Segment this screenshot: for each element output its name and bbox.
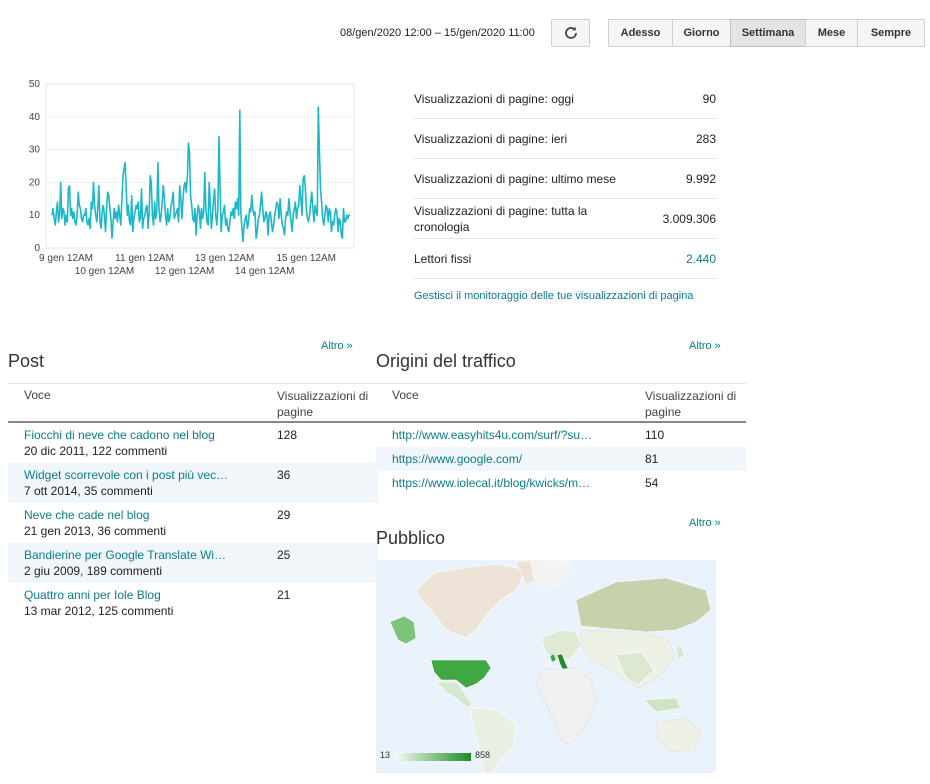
traffic-views: 110 [645, 428, 665, 442]
table-row: https://www.google.com/ 81 [376, 447, 746, 471]
stat-label: Visualizzazioni di pagine: tutta la cron… [414, 203, 588, 234]
col-item-header: Voce [24, 388, 51, 402]
post-title-link[interactable]: Fiocchi di neve che cadono nel blog [24, 427, 254, 443]
range-week-button[interactable]: Settimana [730, 19, 806, 47]
stat-last-month: Visualizzazioni di pagine: ultimo mese 9… [414, 159, 716, 199]
x-tick-label: 13 gen 12AM [195, 253, 255, 264]
post-title-link[interactable]: Quattro anni per Iole Blog [24, 587, 254, 603]
range-day-button[interactable]: Giorno [672, 19, 731, 47]
refresh-icon [564, 26, 577, 39]
col-views-header: Visualizzazioni di pagine [277, 389, 369, 419]
stat-label: Visualizzazioni di pagine: oggi [414, 91, 574, 106]
stat-label: Visualizzazioni di pagine: ultimo mese [414, 171, 616, 186]
manage-tracking-link[interactable]: Gestisci il monitoraggio delle tue visua… [414, 289, 704, 304]
traffic-views: 54 [645, 476, 659, 490]
post-views: 21 [277, 588, 291, 602]
col-item-header: Voce [392, 388, 419, 402]
audience-world-map[interactable]: 13 858 [376, 560, 716, 773]
post-title-link[interactable]: Bandierine per Google Translate Wi… [24, 547, 254, 563]
stat-label: Lettori fissi [414, 251, 472, 266]
post-meta: 7 ott 2014, 35 commenti [24, 484, 153, 498]
pageviews-series-line [51, 106, 350, 243]
table-row: Bandierine per Google Translate Wi… 2 gi… [8, 543, 378, 583]
post-meta: 2 giu 2009, 189 commenti [24, 564, 163, 578]
pageviews-line-chart: 010203040509 gen 12AM 11 gen 12AM 13 gen 1… [29, 79, 355, 277]
x-tick-label: 9 gen 12AM [39, 253, 93, 264]
traffic-source-link[interactable]: https://www.google.com/ [392, 452, 624, 466]
traffic-source-link[interactable]: http://www.easyhits4u.com/surf/?su… [392, 428, 624, 442]
x-tick-label: 14 gen 12AM [235, 266, 295, 277]
range-always-button[interactable]: Sempre [857, 19, 925, 47]
legend-min: 13 [380, 750, 391, 760]
stat-value: 283 [695, 131, 716, 146]
posts-title: Post [8, 351, 45, 371]
x-tick-label: 11 gen 12AM [115, 253, 174, 264]
table-row: http://www.easyhits4u.com/surf/?su… 110 [376, 423, 746, 447]
post-views: 29 [277, 508, 291, 522]
col-views-header: Visualizzazioni di pagine [645, 389, 737, 419]
stat-value: 9.992 [685, 171, 716, 186]
traffic-table-header: Voce Visualizzazioni di pagine [376, 383, 746, 423]
y-tick-label: 40 [29, 112, 41, 123]
date-range-label: 08/gen/2020 12:00 – 15/gen/2020 11:00 [340, 27, 535, 39]
world-map-graphic [389, 560, 712, 773]
range-now-button[interactable]: Adesso [608, 19, 673, 47]
x-tick-label: 12 gen 12AM [155, 266, 215, 277]
traffic-table: Voce Visualizzazioni di pagine http://ww… [376, 383, 746, 495]
stat-value: 3.009.306 [662, 211, 716, 226]
posts-more-link[interactable]: Altro » [321, 340, 353, 352]
refresh-button[interactable] [551, 19, 590, 47]
table-row: Quattro anni per Iole Blog 13 mar 2012, … [8, 583, 378, 623]
y-tick-label: 30 [29, 145, 41, 156]
stat-followers: Lettori fissi 2.440 [414, 239, 716, 279]
audience-more-link[interactable]: Altro » [689, 517, 721, 529]
post-views: 36 [277, 468, 291, 482]
traffic-more-link[interactable]: Altro » [689, 340, 721, 352]
range-month-button[interactable]: Mese [805, 19, 858, 47]
stat-yesterday: Visualizzazioni di pagine: ieri 283 [414, 119, 716, 159]
post-views: 128 [277, 428, 298, 442]
x-tick-label: 10 gen 12AM [75, 266, 135, 277]
audience-title: Pubblico [376, 528, 446, 548]
y-tick-label: 20 [29, 177, 41, 188]
y-tick-label: 10 [29, 210, 41, 221]
posts-table-header: Voce Visualizzazioni di pagine [8, 383, 378, 423]
map-legend-gradient [396, 753, 471, 761]
y-tick-label: 50 [29, 79, 41, 90]
traffic-title: Origini del traffico [376, 351, 516, 371]
post-meta: 13 mar 2012, 125 commenti [24, 604, 174, 618]
stat-all-time: Visualizzazioni di pagine: tutta la cron… [414, 199, 716, 239]
stat-label: Visualizzazioni di pagine: ieri [414, 131, 568, 146]
stat-value: 90 [702, 91, 716, 106]
table-row: Fiocchi di neve che cadono nel blog 20 d… [8, 423, 378, 463]
post-title-link[interactable]: Widget scorrevole con i post più vec… [24, 467, 254, 483]
posts-table: Voce Visualizzazioni di pagine Fiocchi d… [8, 383, 378, 623]
post-meta: 21 gen 2013, 36 commenti [24, 524, 167, 538]
legend-max: 858 [475, 750, 491, 760]
post-title-link[interactable]: Neve che cade nel blog [24, 507, 254, 523]
time-range-selector: Adesso Giorno Settimana Mese Sempre [608, 19, 925, 47]
stat-today: Visualizzazioni di pagine: oggi 90 [414, 79, 716, 119]
traffic-views: 81 [645, 452, 659, 466]
pageview-stats: Visualizzazioni di pagine: oggi 90 Visua… [414, 79, 716, 279]
table-row: Neve che cade nel blog 21 gen 2013, 36 c… [8, 503, 378, 543]
post-meta: 20 dic 2011, 122 commenti [24, 444, 168, 458]
table-row: Widget scorrevole con i post più vec… 7 … [8, 463, 378, 503]
post-views: 25 [277, 548, 291, 562]
x-tick-label: 15 gen 12AM [277, 253, 337, 264]
traffic-source-link[interactable]: https://www.iolecal.it/blog/kwicks/m… [392, 476, 624, 490]
followers-link[interactable]: 2.440 [686, 252, 716, 266]
table-row: https://www.iolecal.it/blog/kwicks/m… 54 [376, 471, 746, 495]
